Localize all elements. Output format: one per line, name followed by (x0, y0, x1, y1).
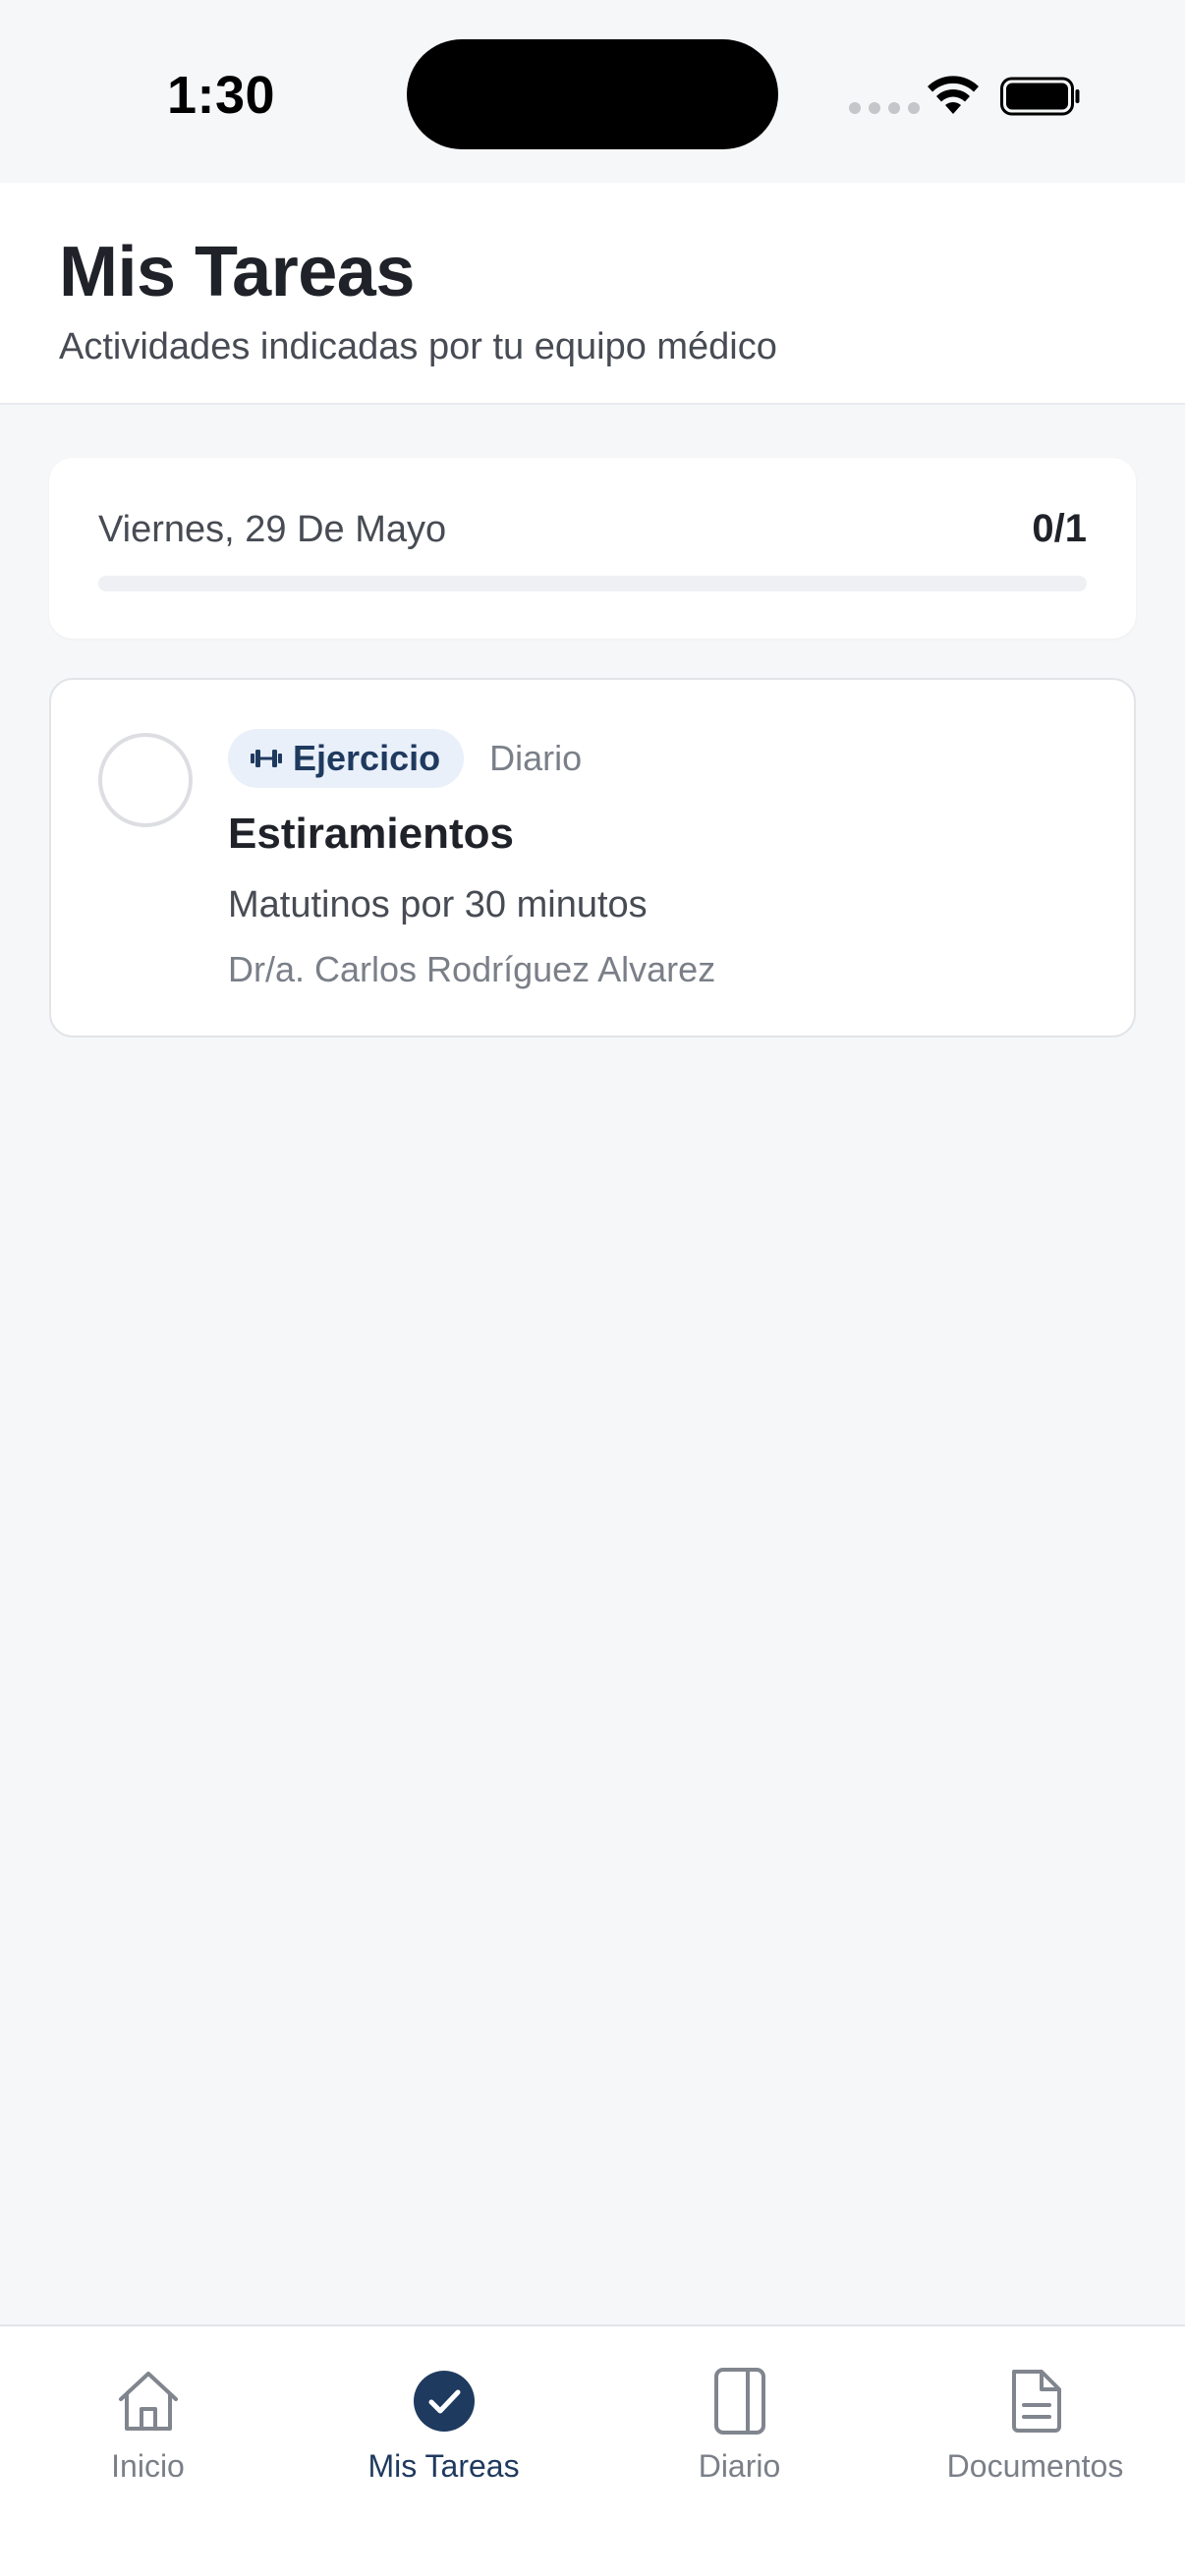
task-badges: Ejercicio Diario (228, 729, 582, 788)
check-circle-icon (407, 2364, 481, 2438)
task-doctor: Dr/a. Carlos Rodríguez Alvarez (228, 949, 716, 989)
document-icon (998, 2364, 1073, 2438)
task-description: Matutinos por 30 minutos (228, 884, 648, 925)
dumbbell-icon (251, 750, 282, 767)
status-time: 1:30 (167, 66, 276, 125)
category-label: Ejercicio (293, 738, 441, 778)
home-icon (111, 2364, 186, 2438)
page-title: Mis Tareas (59, 233, 415, 311)
tab-diario[interactable]: Diario (592, 2364, 887, 2511)
task-complete-checkbox[interactable] (98, 733, 193, 827)
task-title: Estiramientos (228, 810, 514, 858)
tab-documentos[interactable]: Documentos (887, 2364, 1183, 2511)
tab-mis-tareas[interactable]: Mis Tareas (296, 2364, 592, 2511)
task-card[interactable]: Ejercicio Diario Estiramientos Matutinos… (49, 678, 1136, 1037)
tab-label-inicio: Inicio (111, 2448, 185, 2484)
tab-label-documentos: Documentos (946, 2448, 1124, 2484)
wifi-icon (928, 76, 979, 114)
date-label: Viernes, 29 De Mayo (98, 509, 447, 550)
tab-bar: Inicio Mis Tareas Diario Documentos (0, 2324, 1185, 2576)
journal-icon (703, 2364, 777, 2438)
tab-label-diario: Diario (698, 2448, 781, 2484)
progress-bar (98, 576, 1087, 591)
status-bar: 1:30 (0, 0, 1185, 183)
category-badge: Ejercicio (228, 729, 465, 788)
tab-inicio[interactable]: Inicio (0, 2364, 296, 2511)
battery-icon (1000, 77, 1080, 116)
tab-label-mis-tareas: Mis Tareas (367, 2448, 520, 2484)
app-screen: 1:30 Mis Tareas Actividades indicadas po… (0, 0, 1185, 2576)
signal-icon (849, 102, 920, 114)
dynamic-island (407, 39, 778, 149)
frequency-label: Diario (489, 738, 583, 778)
page-subtitle: Actividades indicadas por tu equipo médi… (59, 326, 777, 367)
page-header: Mis Tareas Actividades indicadas por tu … (0, 183, 1185, 405)
progress-count: 0/1 (1032, 507, 1087, 550)
daily-progress-card: Viernes, 29 De Mayo 0/1 (49, 458, 1136, 639)
